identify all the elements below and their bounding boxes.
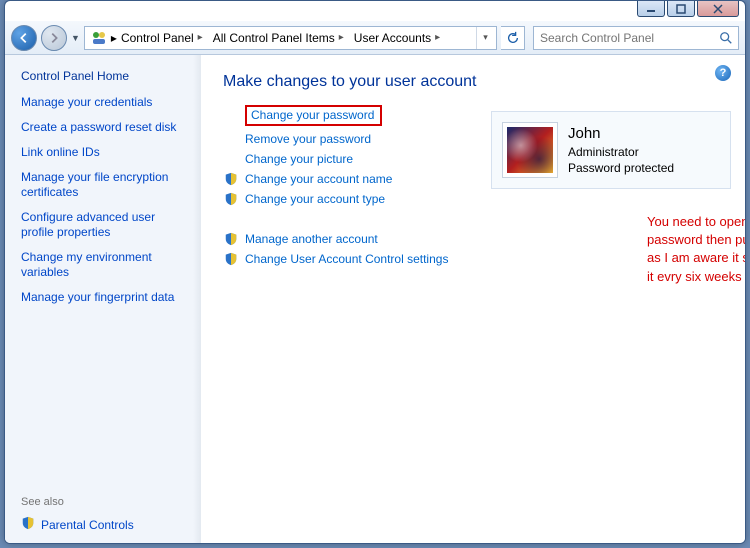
breadcrumb-label: Control Panel bbox=[121, 31, 194, 45]
breadcrumb-control-panel[interactable]: Control Panel ▸ bbox=[117, 27, 209, 49]
history-chevron-icon[interactable]: ▼ bbox=[71, 33, 80, 43]
nav-toolbar: ▼ ▸ Control Panel ▸ All Control Panel It… bbox=[5, 21, 745, 55]
action-link-label: Manage another account bbox=[245, 232, 378, 246]
user-info: John Administrator Password protected bbox=[568, 124, 674, 177]
user-card: John Administrator Password protected bbox=[491, 111, 731, 189]
shield-icon bbox=[223, 192, 239, 206]
help-icon[interactable]: ? bbox=[715, 65, 731, 81]
back-button[interactable] bbox=[11, 25, 37, 51]
sidebar-link-password-reset-disk[interactable]: Create a password reset disk bbox=[21, 120, 191, 135]
parental-controls-label: Parental Controls bbox=[41, 518, 134, 532]
address-bar[interactable]: ▸ Control Panel ▸ All Control Panel Item… bbox=[84, 26, 497, 50]
user-role: Administrator bbox=[568, 145, 674, 161]
parental-controls-link[interactable]: Parental Controls bbox=[21, 516, 191, 533]
close-button[interactable] bbox=[697, 1, 739, 17]
address-dropdown[interactable]: ▾ bbox=[476, 27, 494, 49]
user-status: Password protected bbox=[568, 161, 674, 177]
search-box[interactable] bbox=[533, 26, 739, 50]
breadcrumb-label: All Control Panel Items bbox=[213, 31, 335, 45]
breadcrumb-label: User Accounts bbox=[354, 31, 431, 45]
content-area: Control Panel Home Manage your credentia… bbox=[5, 55, 745, 543]
sidebar-link-env-variables[interactable]: Change my environment variables bbox=[21, 250, 191, 280]
sidebar: Control Panel Home Manage your credentia… bbox=[5, 55, 201, 543]
chevron-right-icon: ▸ bbox=[435, 32, 440, 43]
action-link-label: Change your password bbox=[251, 108, 374, 122]
sidebar-link-credentials[interactable]: Manage your credentials bbox=[21, 95, 191, 110]
titlebar bbox=[5, 1, 745, 21]
annotation-text: You need to open this and enter the exis… bbox=[647, 213, 746, 286]
search-icon[interactable] bbox=[718, 31, 734, 45]
shield-icon bbox=[223, 172, 239, 186]
control-panel-home[interactable]: Control Panel Home bbox=[21, 69, 191, 83]
shield-icon bbox=[223, 252, 239, 266]
avatar[interactable] bbox=[502, 122, 558, 178]
minimize-button[interactable] bbox=[637, 1, 665, 17]
refresh-button[interactable] bbox=[501, 26, 525, 50]
action-link-label: Change User Account Control settings bbox=[245, 252, 448, 266]
user-accounts-icon bbox=[91, 30, 107, 46]
main-panel: ? Make changes to your user account Chan… bbox=[201, 55, 745, 543]
shield-icon bbox=[21, 516, 35, 533]
sidebar-link-online-ids[interactable]: Link online IDs bbox=[21, 145, 191, 160]
chevron-right-icon: ▸ bbox=[339, 32, 344, 43]
action-link-label: Remove your password bbox=[245, 132, 371, 146]
user-name: John bbox=[568, 124, 674, 144]
action-change-type[interactable]: Change your account type bbox=[223, 192, 731, 206]
sidebar-link-fingerprint[interactable]: Manage your fingerprint data bbox=[21, 290, 191, 305]
maximize-button[interactable] bbox=[667, 1, 695, 17]
chevron-right-icon: ▸ bbox=[198, 32, 203, 43]
sidebar-link-encryption-certs[interactable]: Manage your file encryption certificates bbox=[21, 170, 191, 200]
action-link-label: Change your picture bbox=[245, 152, 353, 166]
breadcrumb-user-accounts[interactable]: User Accounts ▸ bbox=[350, 27, 446, 49]
shield-icon bbox=[223, 232, 239, 246]
see-also-label: See also bbox=[21, 496, 191, 508]
forward-button[interactable] bbox=[41, 25, 67, 51]
avatar-image bbox=[507, 127, 553, 173]
action-link-label: Change your account name bbox=[245, 172, 392, 186]
breadcrumb-all-items[interactable]: All Control Panel Items ▸ bbox=[209, 27, 350, 49]
page-title: Make changes to your user account bbox=[223, 73, 731, 91]
sidebar-link-advanced-profile[interactable]: Configure advanced user profile properti… bbox=[21, 210, 191, 240]
action-link-label: Change your account type bbox=[245, 192, 385, 206]
search-input[interactable] bbox=[538, 30, 718, 46]
window-frame: ▼ ▸ Control Panel ▸ All Control Panel It… bbox=[4, 0, 746, 544]
